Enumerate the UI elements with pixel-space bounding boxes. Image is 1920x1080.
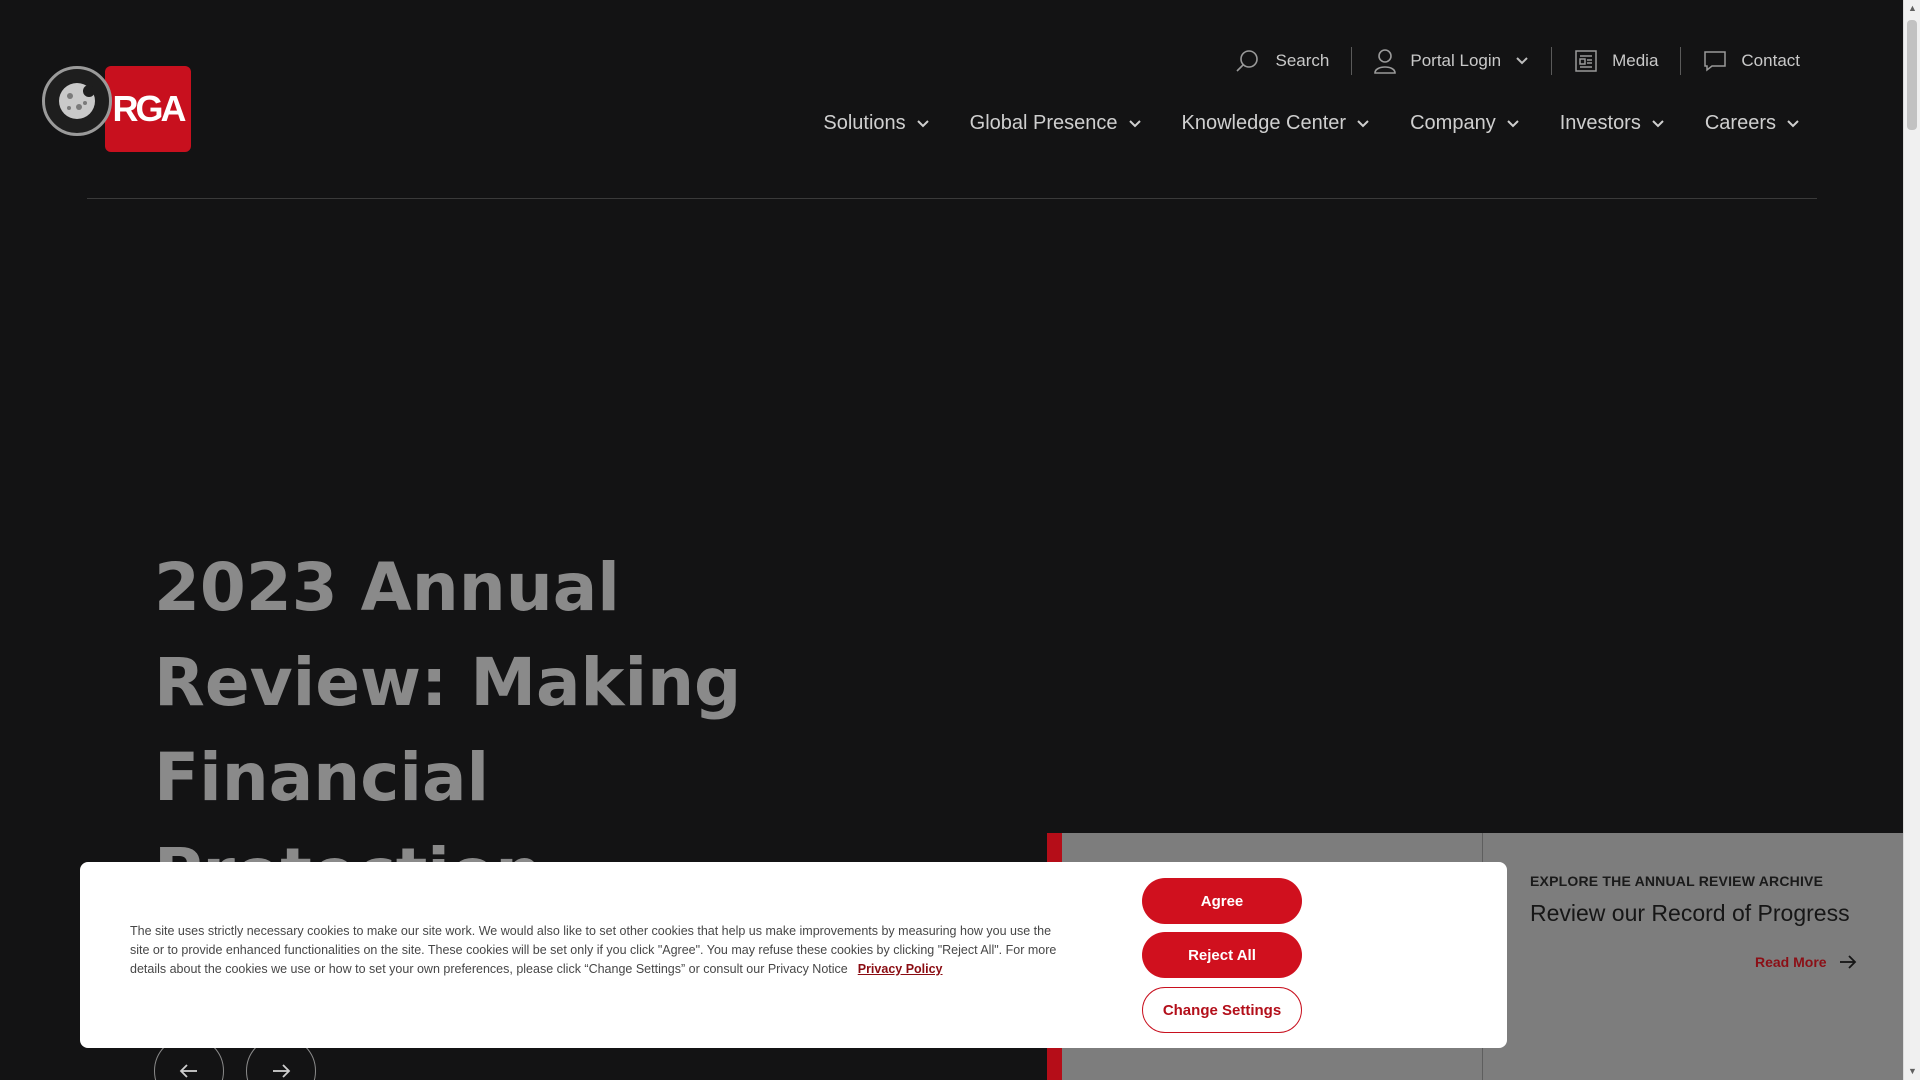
cookie-icon bbox=[59, 83, 95, 119]
read-more-label: Read More bbox=[1755, 954, 1827, 970]
promo-eyebrow: EXPLORE THE ANNUAL REVIEW ARCHIVE bbox=[1530, 873, 1824, 889]
contact-link[interactable]: Contact bbox=[1681, 50, 1800, 72]
arrow-right-icon bbox=[1839, 955, 1856, 969]
search-icon bbox=[1235, 48, 1261, 74]
hero-title: 2023 Annual Review: Making Financial Pro… bbox=[154, 549, 742, 865]
chevron-down-icon bbox=[1357, 119, 1369, 127]
contact-label: Contact bbox=[1741, 51, 1800, 70]
chevron-down-icon bbox=[1515, 56, 1529, 66]
main-nav: Solutions Global Presence Knowledge Cent… bbox=[823, 112, 1800, 135]
portal-login-dropdown[interactable]: Portal Login bbox=[1352, 48, 1551, 74]
arrow-left-icon bbox=[179, 1064, 197, 1078]
search-link[interactable]: Search bbox=[1213, 48, 1351, 74]
privacy-policy-link[interactable]: Privacy Policy bbox=[858, 962, 943, 976]
page-scrollbar[interactable]: ▲ ▼ bbox=[1903, 0, 1920, 1080]
nav-item-solutions[interactable]: Solutions bbox=[823, 112, 929, 135]
scroll-up-arrow[interactable]: ▲ bbox=[1904, 0, 1920, 17]
nav-label: Solutions bbox=[823, 112, 906, 134]
nav-item-company[interactable]: Company bbox=[1410, 112, 1520, 135]
nav-label: Investors bbox=[1559, 112, 1641, 134]
agree-button[interactable]: Agree bbox=[1142, 878, 1302, 924]
nav-label: Global Presence bbox=[969, 112, 1118, 134]
header-divider bbox=[87, 198, 1817, 199]
media-label: Media bbox=[1612, 51, 1659, 70]
nav-item-careers[interactable]: Careers bbox=[1705, 112, 1800, 135]
reject-all-button[interactable]: Reject All bbox=[1142, 932, 1302, 978]
nav-label: Company bbox=[1410, 112, 1496, 134]
logo-text: RGA bbox=[112, 88, 187, 129]
promo-heading: Review our Record of Progress bbox=[1530, 900, 1850, 926]
search-label: Search bbox=[1275, 51, 1330, 70]
change-settings-button[interactable]: Change Settings bbox=[1142, 987, 1302, 1033]
arrow-right-icon bbox=[273, 1064, 291, 1078]
cookie-text: The site uses strictly necessary cookies… bbox=[130, 922, 1070, 979]
cookie-settings-badge[interactable] bbox=[42, 66, 112, 136]
nav-item-global-presence[interactable]: Global Presence bbox=[970, 112, 1142, 135]
portal-login-label: Portal Login bbox=[1410, 51, 1502, 70]
media-link[interactable]: Media bbox=[1552, 49, 1680, 73]
cookie-banner: The site uses strictly necessary cookies… bbox=[80, 862, 1507, 1048]
nav-label: Careers bbox=[1704, 112, 1776, 134]
chevron-down-icon bbox=[916, 119, 929, 127]
scroll-down-arrow[interactable]: ▼ bbox=[1904, 1063, 1920, 1080]
utility-nav: Search Portal Login Media Contact bbox=[1213, 46, 1800, 76]
user-icon bbox=[1374, 48, 1397, 74]
chat-icon bbox=[1703, 50, 1727, 72]
nav-item-investors[interactable]: Investors bbox=[1560, 112, 1665, 135]
chevron-down-icon bbox=[1652, 119, 1664, 127]
nav-label: Knowledge Center bbox=[1181, 112, 1347, 134]
nav-item-knowledge-center[interactable]: Knowledge Center bbox=[1182, 112, 1371, 135]
chevron-down-icon bbox=[1787, 119, 1799, 127]
read-more-link[interactable]: Read More bbox=[1755, 954, 1857, 970]
rga-logo[interactable]: RGA bbox=[105, 66, 191, 152]
newspaper-icon bbox=[1574, 49, 1598, 73]
chevron-down-icon bbox=[1128, 119, 1141, 127]
scroll-thumb[interactable] bbox=[1907, 20, 1917, 130]
chevron-down-icon bbox=[1506, 119, 1519, 127]
